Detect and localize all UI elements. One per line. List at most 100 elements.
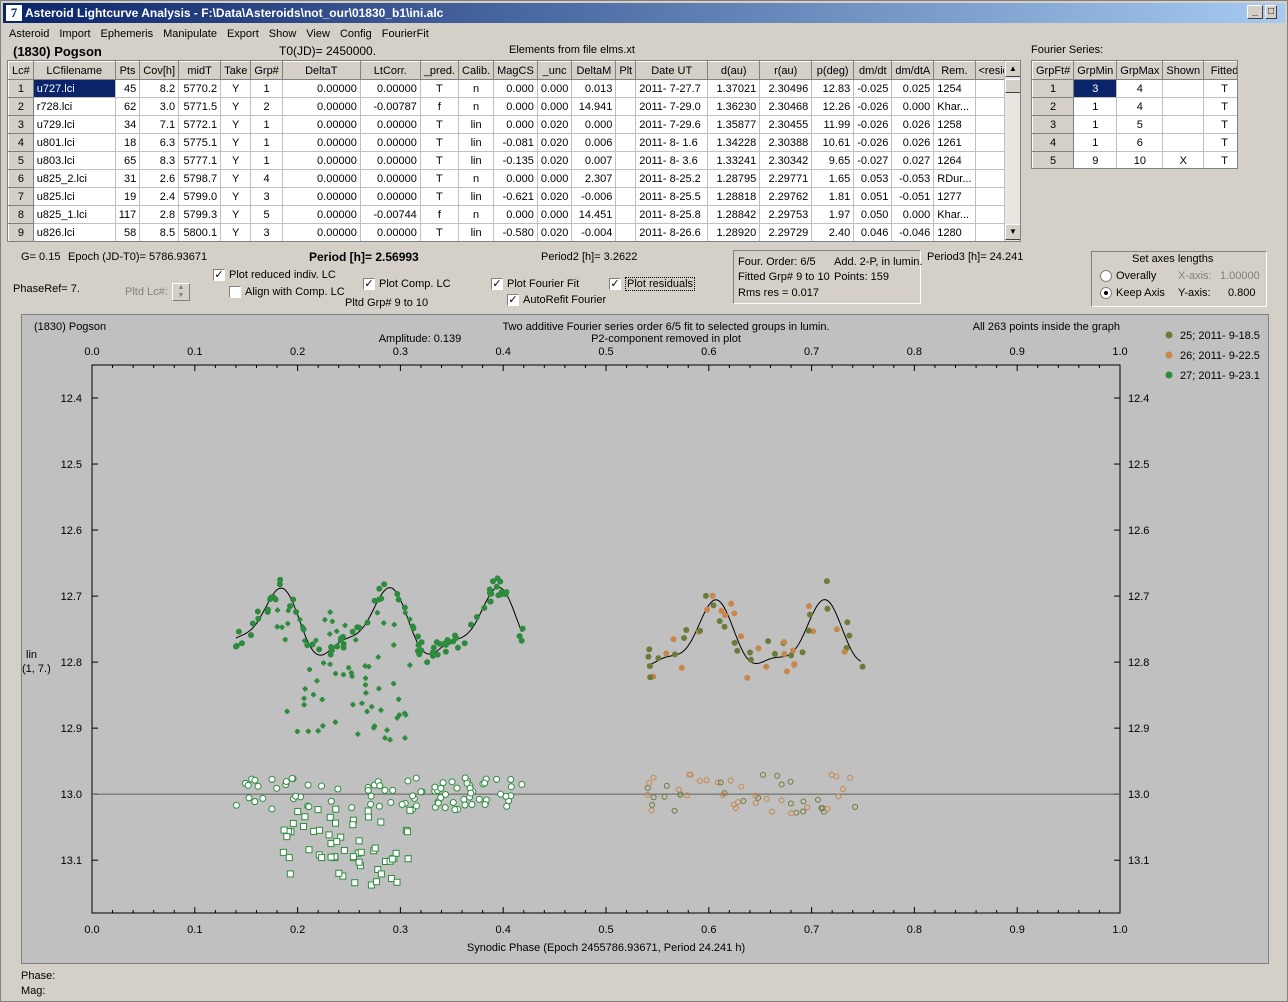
table-cell[interactable]: 1.65 [811, 169, 855, 188]
table-cell[interactable]: 1.35877 [707, 115, 761, 134]
menu-fourierfit[interactable]: FourierFit [382, 28, 429, 40]
table-cell[interactable]: T [419, 115, 460, 134]
table-cell[interactable]: 1 [1073, 133, 1118, 152]
table-cell[interactable]: 0.000 [493, 115, 538, 134]
table-cell[interactable]: 0.050 [853, 205, 893, 224]
table-cell[interactable]: 2.8 [139, 205, 180, 224]
table-cell[interactable]: u825_1.lci [32, 205, 116, 224]
table-row[interactable]: 5 9 10 X T [1032, 151, 1237, 168]
table-cell[interactable]: 4 [1116, 79, 1164, 98]
scroll-thumb[interactable] [1005, 79, 1020, 93]
lc-col-header[interactable]: midT [178, 61, 222, 80]
table-cell[interactable] [615, 133, 637, 152]
table-cell[interactable]: 1 [1032, 79, 1075, 98]
table-cell[interactable]: 0.020 [536, 151, 573, 170]
pltd-lc-spinner[interactable]: ▲ ▼ [172, 283, 190, 301]
table-cell[interactable]: 0.006 [571, 133, 617, 152]
table-cell[interactable]: 1 [8, 79, 34, 98]
table-cell[interactable]: X [1162, 151, 1205, 168]
menu-manipulate[interactable]: Manipulate [163, 28, 217, 40]
table-cell[interactable]: -0.621 [493, 187, 538, 206]
table-cell[interactable]: -0.580 [493, 223, 538, 241]
fourier-col-header[interactable]: GrpFt# [1032, 61, 1075, 80]
table-cell[interactable] [615, 223, 637, 241]
table-cell[interactable] [1162, 79, 1205, 98]
table-cell[interactable]: 2.30496 [759, 79, 813, 98]
table-cell[interactable]: -0.004 [571, 223, 617, 241]
table-cell[interactable]: 2011- 7-27.7 [635, 79, 709, 98]
table-row[interactable]: 6 u825_2.lci 31 2.6 5798.7 Y 4 0.00000 0.00000 Tn… [8, 169, 1020, 188]
table-cell[interactable]: -0.046 [891, 223, 935, 241]
table-cell[interactable]: T [1203, 79, 1237, 98]
table-cell[interactable]: u801.lci [32, 133, 116, 152]
y-axis-value[interactable]: 0.800 [1228, 287, 1256, 299]
table-cell[interactable]: Y [220, 151, 252, 170]
table-cell[interactable]: 0.027 [891, 151, 935, 170]
fourier-col-header[interactable]: Shown [1162, 61, 1205, 80]
table-cell[interactable]: T [1203, 115, 1237, 134]
table-cell[interactable]: 2011- 8-25.5 [635, 187, 709, 206]
lc-col-header[interactable]: Calib. [458, 61, 495, 80]
table-cell[interactable]: 9 [1073, 151, 1118, 168]
plot-panel[interactable]: 0.0 0.0 0.1 0.1 0.2 0.2 0.3 0.3 0.4 0.4 0.5 0.5 0.6 0… [21, 314, 1269, 964]
table-cell[interactable]: 2.307 [571, 169, 617, 188]
table-cell[interactable]: 3 [1073, 79, 1118, 98]
lc-col-header[interactable]: Cov[h] [139, 61, 180, 80]
table-cell[interactable]: f [419, 97, 460, 116]
table-cell[interactable]: T [419, 133, 460, 152]
table-row[interactable]: 7 u825.lci 19 2.4 5799.0 Y 3 0.00000 0.00000 Tlin… [8, 187, 1020, 206]
table-cell[interactable]: lin [458, 151, 495, 170]
lc-col-header[interactable]: LtCorr. [359, 61, 421, 80]
table-cell[interactable]: 0.00000 [359, 151, 421, 170]
table-cell[interactable]: lin [458, 133, 495, 152]
table-cell[interactable]: 1.81 [811, 187, 855, 206]
table-cell[interactable]: 2011- 8- 1.6 [635, 133, 709, 152]
table-cell[interactable] [1162, 97, 1205, 116]
table-row[interactable]: 2 r728.lci 62 3.0 5771.5 Y 2 0.00000 -0.00787 f n 0… [8, 97, 1020, 116]
table-cell[interactable]: 1.28842 [707, 205, 761, 224]
lc-col-header[interactable]: Grp# [250, 61, 283, 80]
table-cell[interactable]: 2.29753 [759, 205, 813, 224]
table-cell[interactable]: 3.0 [139, 97, 180, 116]
table-cell[interactable]: 5 [250, 205, 283, 224]
table-cell[interactable]: 5771.5 [178, 97, 222, 116]
menu-asteroid[interactable]: Asteroid [9, 28, 49, 40]
table-cell[interactable]: 2011- 8- 3.6 [635, 151, 709, 170]
lc-col-header[interactable]: Lc# [8, 61, 34, 80]
table-cell[interactable]: 2 [8, 97, 34, 116]
table-cell[interactable]: 5775.1 [178, 133, 222, 152]
table-cell[interactable]: 45 [114, 79, 141, 98]
table-cell[interactable]: 1254 [933, 79, 976, 98]
table-cell[interactable]: 0.053 [853, 169, 893, 188]
table-cell[interactable]: RDur... [933, 169, 976, 188]
table-cell[interactable]: 14.941 [571, 97, 617, 116]
table-cell[interactable] [615, 187, 637, 206]
table-cell[interactable]: Y [220, 187, 252, 206]
table-cell[interactable]: 5799.3 [178, 205, 222, 224]
table-cell[interactable]: 3 [8, 115, 34, 134]
table-cell[interactable]: 2 [250, 97, 283, 116]
table-row[interactable]: 416 T [1032, 133, 1237, 152]
lc-col-header[interactable]: Rem. [933, 61, 976, 80]
table-cell[interactable]: 5799.0 [178, 187, 222, 206]
table-cell[interactable]: 0.00000 [281, 151, 361, 170]
table-cell[interactable]: 0.026 [891, 115, 935, 134]
table-cell[interactable]: 0.00000 [281, 97, 361, 116]
table-cell[interactable]: 2.29771 [759, 169, 813, 188]
table-row[interactable]: 9 u826.lci 58 8.5 5800.1 Y 3 0.00000 0.00000 Tlin… [8, 223, 1020, 241]
table-cell[interactable]: Khar... [933, 205, 976, 224]
table-cell[interactable]: T [419, 187, 460, 206]
table-row[interactable]: 214 T [1032, 97, 1237, 116]
table-cell[interactable]: 2 [1032, 97, 1075, 116]
table-cell[interactable]: 4 [250, 169, 283, 188]
table-cell[interactable]: 0.000 [493, 205, 538, 224]
table-cell[interactable]: lin [458, 223, 495, 241]
lc-col-header[interactable]: dm/dtA [891, 61, 935, 80]
lc-col-header[interactable]: Take [220, 61, 252, 80]
table-cell[interactable]: 12.26 [811, 97, 855, 116]
table-cell[interactable]: 5 [1116, 115, 1164, 134]
lc-col-header[interactable]: d(au) [707, 61, 761, 80]
table-cell[interactable] [615, 79, 637, 98]
table-cell[interactable]: 6 [1116, 133, 1164, 152]
plot-residuals-checkbox[interactable]: ✓ Plot residuals [609, 277, 696, 291]
